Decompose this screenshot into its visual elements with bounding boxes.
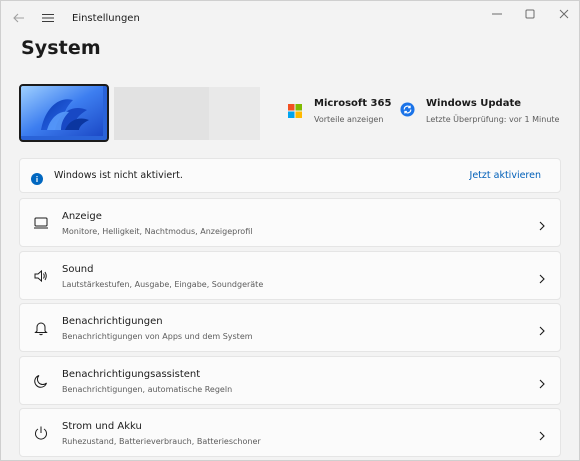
bell-icon — [33, 320, 49, 336]
settings-item-power[interactable]: Strom und Akku Ruhezustand, Batterieverb… — [19, 408, 561, 457]
settings-item-subtitle: Benachrichtigungen, automatische Regeln — [62, 385, 233, 394]
windows-update-title[interactable]: Windows Update — [426, 98, 521, 109]
close-button[interactable] — [546, 5, 579, 23]
chevron-right-icon — [538, 427, 546, 441]
microsoft-logo-icon — [288, 103, 302, 118]
sync-icon — [400, 102, 415, 117]
settings-item-subtitle: Benachrichtigungen von Apps und dem Syst… — [62, 332, 253, 341]
back-button[interactable] — [11, 10, 27, 26]
minimize-icon — [492, 13, 502, 15]
info-icon — [31, 170, 43, 185]
monitor-icon — [33, 215, 49, 231]
chevron-right-icon — [538, 217, 546, 231]
wallpaper-bloom-icon — [21, 86, 103, 136]
moon-icon — [33, 373, 49, 389]
settings-item-title: Anzeige — [62, 211, 102, 222]
windows-update-subtitle[interactable]: Letzte Überprüfung: vor 1 Minute — [426, 115, 559, 124]
page-title: System — [21, 37, 101, 59]
device-image-placeholder — [114, 87, 260, 140]
settings-item-title: Benachrichtigungsassistent — [62, 369, 201, 380]
chevron-right-icon — [538, 322, 546, 336]
navigation-menu-button[interactable] — [40, 10, 56, 26]
device-image-shade — [209, 87, 260, 140]
microsoft365-subtitle[interactable]: Vorteile anzeigen — [314, 115, 383, 124]
settings-item-sound[interactable]: Sound Lautstärkestufen, Ausgabe, Eingabe… — [19, 251, 561, 300]
settings-item-title: Sound — [62, 264, 94, 275]
app-title: Einstellungen — [72, 13, 140, 24]
activate-now-link[interactable]: Jetzt aktivieren — [470, 170, 541, 181]
title-bar: Einstellungen — [1, 1, 579, 35]
power-icon — [33, 425, 49, 441]
close-icon — [559, 9, 569, 19]
settings-item-subtitle: Monitore, Helligkeit, Nachtmodus, Anzeig… — [62, 227, 253, 236]
microsoft365-title[interactable]: Microsoft 365 — [314, 98, 391, 109]
speaker-icon — [33, 268, 49, 284]
settings-item-focus-assist[interactable]: Benachrichtigungsassistent Benachrichtig… — [19, 356, 561, 405]
chevron-right-icon — [538, 270, 546, 284]
maximize-button[interactable] — [512, 5, 548, 23]
activation-banner: Windows ist nicht aktiviert. Jetzt aktiv… — [19, 158, 561, 193]
settings-item-subtitle: Ruhezustand, Batterieverbrauch, Batterie… — [62, 437, 261, 446]
desktop-wallpaper-preview[interactable] — [19, 84, 109, 142]
hamburger-icon — [42, 13, 54, 23]
settings-item-subtitle: Lautstärkestufen, Ausgabe, Eingabe, Soun… — [62, 280, 264, 289]
arrow-left-icon — [13, 13, 24, 23]
activation-message: Windows ist nicht aktiviert. — [54, 170, 183, 181]
minimize-button[interactable] — [479, 5, 515, 23]
settings-item-title: Strom und Akku — [62, 421, 142, 432]
settings-item-display[interactable]: Anzeige Monitore, Helligkeit, Nachtmodus… — [19, 198, 561, 247]
settings-item-notifications[interactable]: Benachrichtigungen Benachrichtigungen vo… — [19, 303, 561, 352]
settings-window: Einstellungen System Microsoft 365 Vorte… — [0, 0, 580, 461]
chevron-right-icon — [538, 375, 546, 389]
settings-item-title: Benachrichtigungen — [62, 316, 163, 327]
maximize-icon — [525, 9, 535, 19]
